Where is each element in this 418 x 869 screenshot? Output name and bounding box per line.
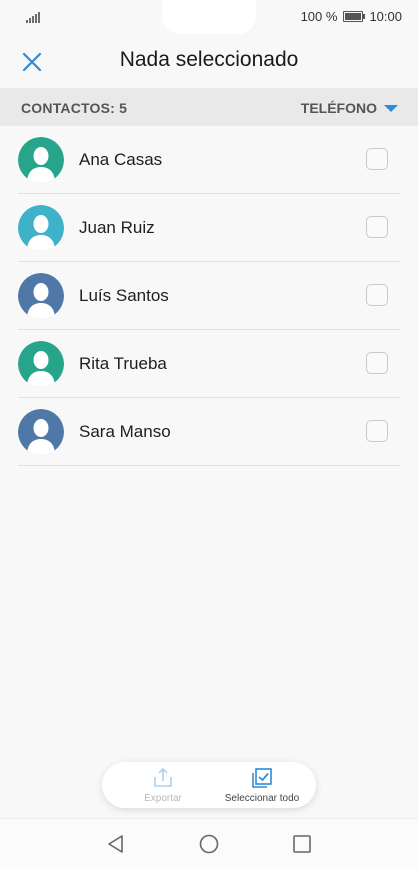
contact-row[interactable]: Ana Casas: [0, 126, 418, 194]
home-button[interactable]: [198, 833, 220, 860]
title-bar: Nada seleccionado: [0, 36, 418, 86]
contact-checkbox[interactable]: [366, 284, 388, 306]
display-notch: [162, 0, 256, 34]
contact-avatar-icon: [18, 205, 64, 251]
recents-button[interactable]: [291, 833, 313, 860]
contact-name: Ana Casas: [79, 150, 163, 169]
back-button[interactable]: [105, 833, 127, 860]
filter-label: TELÉFONO: [300, 100, 377, 116]
contact-checkbox[interactable]: [366, 148, 388, 170]
contact-checkbox[interactable]: [366, 420, 388, 442]
contact-avatar-icon: [18, 137, 64, 183]
contact-checkbox[interactable]: [366, 216, 388, 238]
action-bar: Exportar Seleccionar todo: [102, 762, 316, 808]
contact-avatar-icon: [18, 273, 64, 319]
navigation-bar: [0, 818, 418, 869]
battery-icon: [343, 11, 366, 22]
home-icon[interactable]: [198, 833, 220, 855]
recents-icon[interactable]: [291, 833, 313, 855]
dropdown-caret-icon: [384, 104, 398, 112]
select-all-label: Seleccionar todo: [224, 793, 300, 804]
list-header: CONTACTOS: 5 TELÉFONO: [0, 88, 418, 126]
select-all-icon: [252, 768, 272, 788]
status-bar: 100 % 10:00: [0, 0, 418, 34]
contact-name: Sara Manso: [79, 422, 171, 441]
export-icon: [154, 767, 172, 787]
row-divider: [18, 465, 400, 466]
contact-avatar-icon: [18, 341, 64, 387]
contact-list: Ana Casas Juan Ruiz Luís Santos Rita Tru…: [0, 126, 418, 466]
contact-avatar-icon: [18, 409, 64, 455]
contacts-count: CONTACTOS: 5: [21, 100, 128, 116]
contact-name: Rita Trueba: [79, 354, 167, 373]
export-label: Exportar: [144, 793, 182, 804]
clock: 10:00: [369, 9, 402, 24]
contact-name: Luís Santos: [79, 286, 169, 305]
contact-name: Juan Ruiz: [79, 218, 155, 237]
page-title: Nada seleccionado: [119, 48, 299, 71]
export-button[interactable]: Exportar: [118, 766, 208, 804]
contact-row[interactable]: Sara Manso: [0, 398, 418, 466]
signal-icon: [26, 11, 40, 23]
select-all-button[interactable]: Seleccionar todo: [212, 766, 312, 804]
contact-row[interactable]: Juan Ruiz: [0, 194, 418, 262]
back-icon[interactable]: [105, 833, 127, 855]
contact-checkbox[interactable]: [366, 352, 388, 374]
contact-row[interactable]: Luís Santos: [0, 262, 418, 330]
contact-row[interactable]: Rita Trueba: [0, 330, 418, 398]
phone-filter-dropdown[interactable]: TELÉFONO: [301, 100, 398, 116]
battery-percentage: 100 %: [300, 9, 338, 24]
